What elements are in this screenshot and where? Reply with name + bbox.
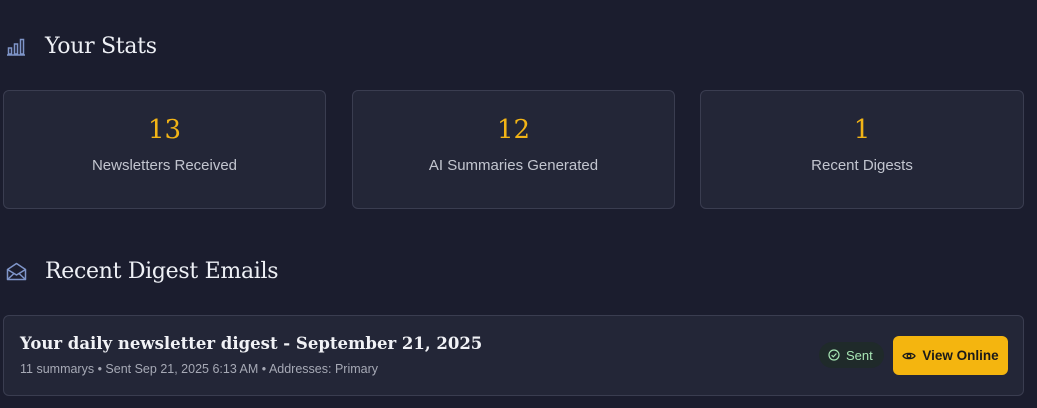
stat-value: 12 xyxy=(496,115,531,145)
stat-label: Recent Digests xyxy=(811,157,913,174)
digest-list-item: Your daily newsletter digest - September… xyxy=(3,315,1024,396)
stat-value: 13 xyxy=(147,115,182,145)
stat-card-ai-summaries: 12 AI Summaries Generated xyxy=(352,90,675,209)
status-label: Sent xyxy=(846,347,873,363)
stat-card-recent-digests: 1 Recent Digests xyxy=(700,90,1024,209)
stat-label: Newsletters Received xyxy=(91,157,238,174)
check-circle-icon xyxy=(828,349,840,361)
stat-value: 1 xyxy=(853,115,871,145)
stats-section-header: Your Stats xyxy=(5,34,157,59)
bar-chart-icon xyxy=(5,36,27,58)
eye-icon xyxy=(902,351,917,361)
digest-meta: 11 summarys • Sent Sep 21, 2025 6:13 AM … xyxy=(20,362,378,376)
view-online-button[interactable]: View Online xyxy=(893,336,1008,375)
digest-title: Your daily newsletter digest - September… xyxy=(20,334,483,353)
view-online-label[interactable]: View Online xyxy=(922,348,998,363)
stats-section-title: Your Stats xyxy=(45,34,157,59)
stat-label: AI Summaries Generated xyxy=(428,157,599,174)
status-badge: Sent xyxy=(819,342,884,368)
digests-section-header: Recent Digest Emails xyxy=(5,259,279,284)
digests-section-title: Recent Digest Emails xyxy=(45,259,279,284)
stat-card-newsletters: 13 Newsletters Received xyxy=(3,90,326,209)
envelope-open-icon xyxy=(5,261,27,283)
